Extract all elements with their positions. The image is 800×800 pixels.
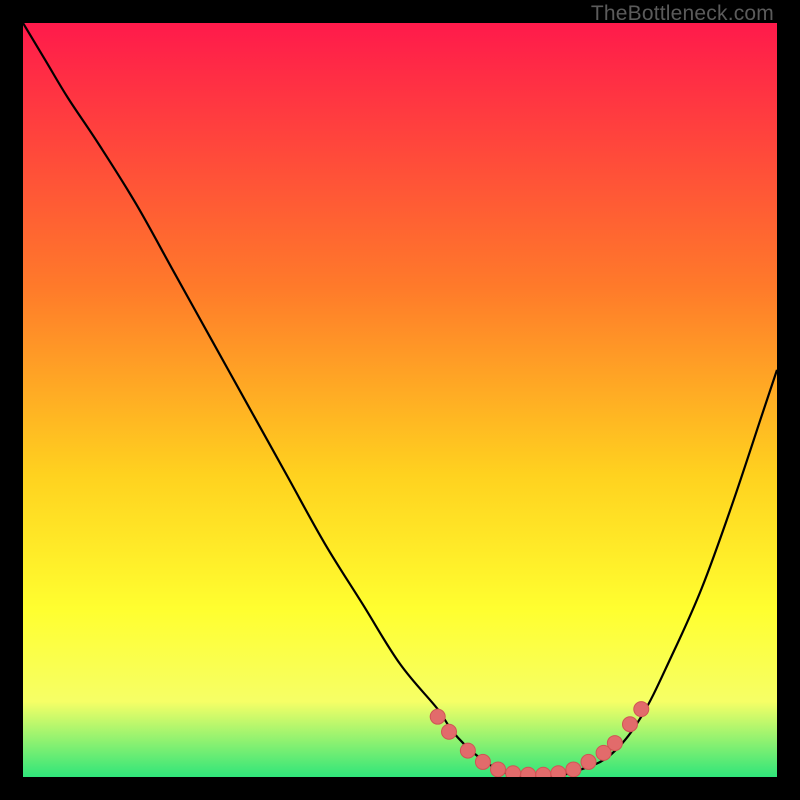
curve-marker <box>607 736 622 751</box>
curve-marker <box>475 754 490 769</box>
curve-marker <box>566 762 581 777</box>
curve-marker <box>551 766 566 777</box>
curve-marker <box>442 724 457 739</box>
curve-marker <box>536 767 551 777</box>
curve-marker <box>521 767 536 777</box>
chart-frame <box>23 23 777 777</box>
curve-marker <box>430 709 445 724</box>
curve-marker <box>634 702 649 717</box>
curve-marker <box>581 754 596 769</box>
curve-marker <box>491 762 506 777</box>
curve-marker <box>506 766 521 777</box>
curve-marker <box>460 743 475 758</box>
bottleneck-chart <box>23 23 777 777</box>
curve-marker <box>622 717 637 732</box>
